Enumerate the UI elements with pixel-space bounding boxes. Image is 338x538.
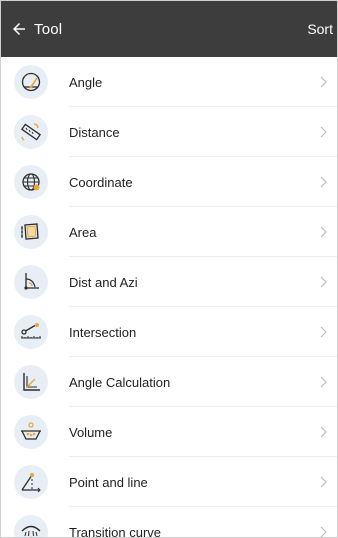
list-item-label: Area [69, 224, 97, 240]
point-line-icon [14, 465, 48, 499]
list-item-volume[interactable]: Volume [1, 407, 337, 457]
chevron-right-icon [313, 76, 335, 88]
area-polygon-icon [14, 215, 48, 249]
list-item-point-and-line[interactable]: Point and line [1, 457, 337, 507]
angle-calculation-icon [14, 365, 48, 399]
top-app-bar: Tool Sort [1, 1, 337, 57]
globe-icon [14, 165, 48, 199]
arrow-left-icon [13, 23, 25, 35]
chevron-right-icon [313, 126, 335, 138]
page-title: Tool [34, 20, 63, 38]
chevron-right-icon [313, 326, 335, 338]
list-item-label: Intersection [69, 324, 137, 340]
app-window: Tool Sort Angle Distance Coordinate Area… [0, 0, 338, 538]
intersection-icon [14, 315, 48, 349]
protractor-icon [14, 65, 48, 99]
chevron-right-icon [313, 226, 335, 238]
list-item-label: Dist and Azi [69, 274, 138, 290]
list-item-label: Distance [69, 124, 120, 140]
list-item-dist-and-azi[interactable]: Dist and Azi [1, 257, 337, 307]
list-item-label: Transition curve [69, 524, 161, 538]
chevron-right-icon [313, 176, 335, 188]
volume-icon [14, 415, 48, 449]
list-item-distance[interactable]: Distance [1, 107, 337, 157]
list-item-label: Angle [69, 74, 103, 90]
list-item-angle-calculation[interactable]: Angle Calculation [1, 357, 337, 407]
chevron-right-icon [313, 276, 335, 288]
list-item-label: Volume [69, 424, 113, 440]
back-button[interactable] [1, 1, 34, 57]
chevron-right-icon [313, 376, 335, 388]
list-item-label: Angle Calculation [69, 374, 171, 390]
list-item-label: Coordinate [69, 174, 133, 190]
ruler-icon [14, 115, 48, 149]
list-item-coordinate[interactable]: Coordinate [1, 157, 337, 207]
chevron-right-icon [313, 526, 335, 537]
tool-list: Angle Distance Coordinate Area Dist and … [1, 57, 337, 538]
distance-azimuth-icon [14, 265, 48, 299]
chevron-right-icon [313, 476, 335, 488]
list-item-area[interactable]: Area [1, 207, 337, 257]
list-item-angle[interactable]: Angle [1, 57, 337, 107]
list-item-intersection[interactable]: Intersection [1, 307, 337, 357]
list-item-label: Point and line [69, 474, 148, 490]
chevron-right-icon [313, 426, 335, 438]
transition-curve-icon [14, 515, 48, 537]
list-item-transition-curve[interactable]: Transition curve [1, 507, 337, 538]
sort-button[interactable]: Sort [307, 1, 333, 57]
